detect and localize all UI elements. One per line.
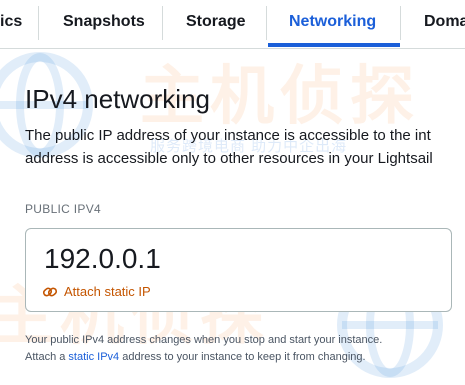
public-ip-value: 192.0.0.1 <box>44 243 161 274</box>
public-ipv4-label: PUBLIC IPV4 <box>25 202 101 216</box>
ip-change-note: Your public IPv4 address changes when yo… <box>25 332 382 366</box>
note-text: Attach a <box>25 351 66 363</box>
section-title: IPv4 networking <box>25 84 210 114</box>
description-line: address is accessible only to other reso… <box>25 150 433 167</box>
static-ipv4-link[interactable]: static IPv4 <box>68 351 119 363</box>
attach-static-ip-label: Attach static IP <box>64 284 151 299</box>
section-description: The public IP address of your instance i… <box>25 124 433 170</box>
note-line: Your public IPv4 address changes when yo… <box>25 334 383 346</box>
note-text: address to your instance to keep it from… <box>122 351 366 363</box>
tab-divider <box>400 6 401 40</box>
tab-divider <box>266 6 267 40</box>
tab-bar: ics Snapshots Storage Networking Doma <box>0 0 465 49</box>
tab-metrics[interactable]: ics <box>0 0 22 46</box>
description-line: The public IP address of your instance i… <box>25 127 431 144</box>
tab-snapshots[interactable]: Snapshots <box>63 0 145 46</box>
tab-divider <box>162 6 163 40</box>
note-line: Attach a static IPv4 address to your ins… <box>25 349 382 366</box>
public-ipv4-card: 192.0.0.1 Attach static IP <box>25 228 452 312</box>
active-tab-indicator <box>268 43 400 47</box>
link-icon <box>42 287 58 297</box>
tab-domains[interactable]: Doma <box>424 0 465 46</box>
tab-divider <box>38 6 39 40</box>
tab-storage[interactable]: Storage <box>186 0 246 46</box>
tab-networking[interactable]: Networking <box>289 0 376 46</box>
